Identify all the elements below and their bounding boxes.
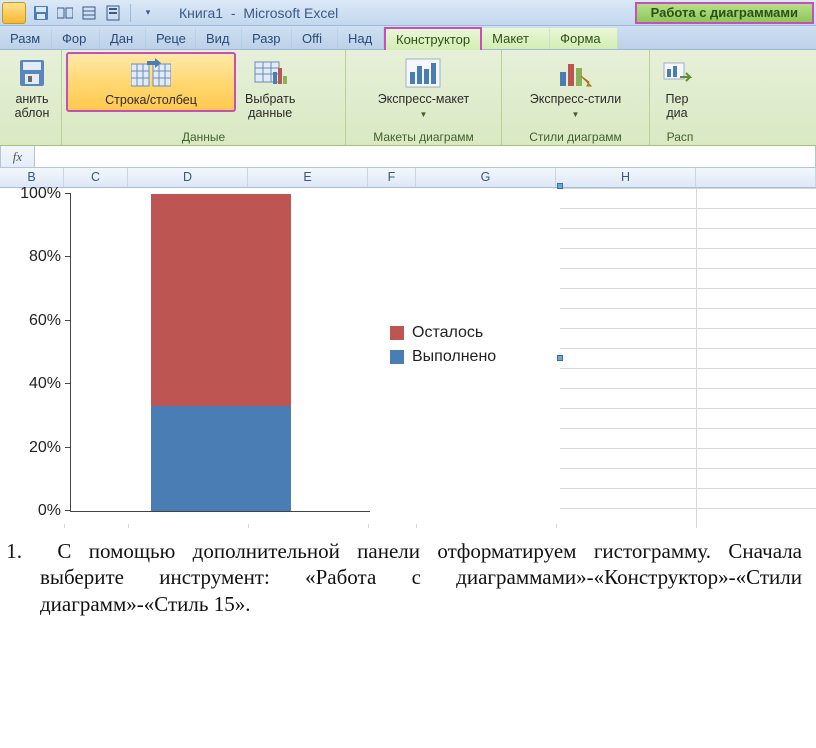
group-label-location: Расп bbox=[654, 129, 706, 145]
legend-label: Осталось bbox=[412, 324, 483, 342]
group-location: Пер диа Расп bbox=[650, 50, 710, 145]
new-icon[interactable] bbox=[54, 3, 76, 23]
ribbon: анить аблон bbox=[0, 50, 816, 146]
quick-access-toolbar: ▾ bbox=[2, 2, 159, 24]
y-axis-tick-label: 60% bbox=[29, 312, 61, 330]
list-number: 1. bbox=[0, 538, 40, 564]
chart-object[interactable]: 0%20%40%60%80%100% Осталось Выполнено bbox=[0, 188, 560, 524]
y-axis-tick-label: 100% bbox=[20, 185, 61, 203]
tab-data[interactable]: Дан bbox=[100, 28, 146, 49]
y-axis-tick-label: 20% bbox=[29, 439, 61, 457]
tab-addins[interactable]: Над bbox=[338, 28, 384, 49]
y-axis-tick-label: 40% bbox=[29, 375, 61, 393]
y-axis-tick-label: 0% bbox=[38, 502, 61, 520]
select-data-icon bbox=[253, 55, 287, 91]
fx-icon[interactable]: fx bbox=[1, 146, 35, 167]
group-templates: анить аблон bbox=[0, 50, 62, 145]
chart-bar bbox=[151, 194, 291, 511]
formula-input[interactable] bbox=[35, 146, 815, 167]
resize-handle[interactable] bbox=[557, 355, 563, 361]
tab-page-layout[interactable]: Разм bbox=[0, 28, 52, 49]
tab-view[interactable]: Вид bbox=[196, 28, 242, 49]
legend-item-выполнено: Выполнено bbox=[390, 348, 496, 366]
chevron-down-icon: ▼ bbox=[572, 110, 580, 119]
quick-print-icon[interactable] bbox=[102, 3, 124, 23]
column-header[interactable] bbox=[696, 168, 816, 187]
worksheet-grid[interactable]: 0%20%40%60%80%100% Осталось Выполнено bbox=[0, 188, 816, 528]
customize-qat-icon[interactable]: ▾ bbox=[137, 3, 159, 23]
tab-layout[interactable]: Макет bbox=[482, 28, 550, 49]
switch-row-column-icon bbox=[131, 56, 171, 92]
save-template-icon bbox=[18, 55, 46, 91]
column-header[interactable]: C bbox=[64, 168, 128, 187]
group-chart-layouts: Экспресс-макет ▼ Макеты диаграмм bbox=[346, 50, 502, 145]
save-icon[interactable] bbox=[30, 3, 52, 23]
tab-office[interactable]: Offi bbox=[292, 28, 338, 49]
group-label-data: Данные bbox=[66, 129, 341, 145]
bar-segment-осталось bbox=[151, 194, 291, 406]
select-data-button[interactable]: Выбрать данные bbox=[240, 52, 300, 124]
move-chart-button[interactable]: Пер диа bbox=[654, 52, 700, 124]
ribbon-tabs: Разм Фор Дан Реце Вид Разр Offi Над Конс… bbox=[0, 26, 816, 50]
chevron-down-icon: ▼ bbox=[420, 110, 428, 119]
legend-swatch bbox=[390, 326, 404, 340]
window-title: Книга1 - Microsoft Excel bbox=[179, 5, 338, 21]
qat-separator bbox=[130, 4, 131, 22]
column-header[interactable]: G bbox=[416, 168, 556, 187]
express-styles-button[interactable]: Экспресс-стили ▼ bbox=[525, 52, 626, 124]
workbook-name: Книга1 bbox=[179, 5, 223, 21]
print-preview-icon[interactable] bbox=[78, 3, 100, 23]
y-axis-tick-label: 80% bbox=[29, 248, 61, 266]
title-bar: ▾ Книга1 - Microsoft Excel Работа с диаг… bbox=[0, 0, 816, 26]
switch-row-column-button[interactable]: Строка/столбец bbox=[66, 52, 236, 112]
column-header[interactable]: E bbox=[248, 168, 368, 187]
tab-design[interactable]: Конструктор bbox=[384, 27, 482, 50]
group-data: Строка/столбец Выбрать данные Данные bbox=[62, 50, 346, 145]
chart-plot-area: 0%20%40%60%80%100% bbox=[70, 194, 370, 512]
legend-label: Выполнено bbox=[412, 348, 496, 366]
office-button[interactable] bbox=[2, 2, 26, 24]
group-label-layouts: Макеты диаграмм bbox=[350, 129, 497, 145]
express-layout-icon bbox=[405, 55, 441, 91]
app-name: Microsoft Excel bbox=[243, 5, 338, 21]
column-header[interactable]: H bbox=[556, 168, 696, 187]
contextual-tab-title: Работа с диаграммами bbox=[635, 2, 814, 24]
instruction-paragraph: 1. С помощью дополнительной панели отфор… bbox=[0, 528, 816, 637]
column-header[interactable]: D bbox=[128, 168, 248, 187]
resize-handle[interactable] bbox=[557, 183, 563, 189]
tab-review[interactable]: Реце bbox=[146, 28, 196, 49]
legend-swatch bbox=[390, 350, 404, 364]
instruction-text: С помощью дополнительной панели отформат… bbox=[40, 539, 802, 616]
legend-item-осталось: Осталось bbox=[390, 324, 496, 342]
bar-segment-выполнено bbox=[151, 406, 291, 511]
group-chart-styles: Экспресс-стили ▼ Стили диаграмм bbox=[502, 50, 650, 145]
tab-developer[interactable]: Разр bbox=[242, 28, 292, 49]
express-layout-button[interactable]: Экспресс-макет ▼ bbox=[373, 52, 475, 124]
chart-legend: Осталось Выполнено bbox=[390, 318, 496, 372]
tab-formulas[interactable]: Фор bbox=[52, 28, 100, 49]
tab-format[interactable]: Форма bbox=[550, 28, 618, 49]
save-as-template-button[interactable]: анить аблон bbox=[4, 52, 60, 124]
move-chart-icon bbox=[662, 55, 692, 91]
express-styles-icon bbox=[557, 55, 593, 91]
formula-bar: fx bbox=[0, 146, 816, 168]
chart-selection-handles[interactable] bbox=[557, 186, 563, 524]
column-header[interactable]: F bbox=[368, 168, 416, 187]
group-label-styles: Стили диаграмм bbox=[506, 129, 645, 145]
column-headers: BCDEFGH bbox=[0, 168, 816, 188]
